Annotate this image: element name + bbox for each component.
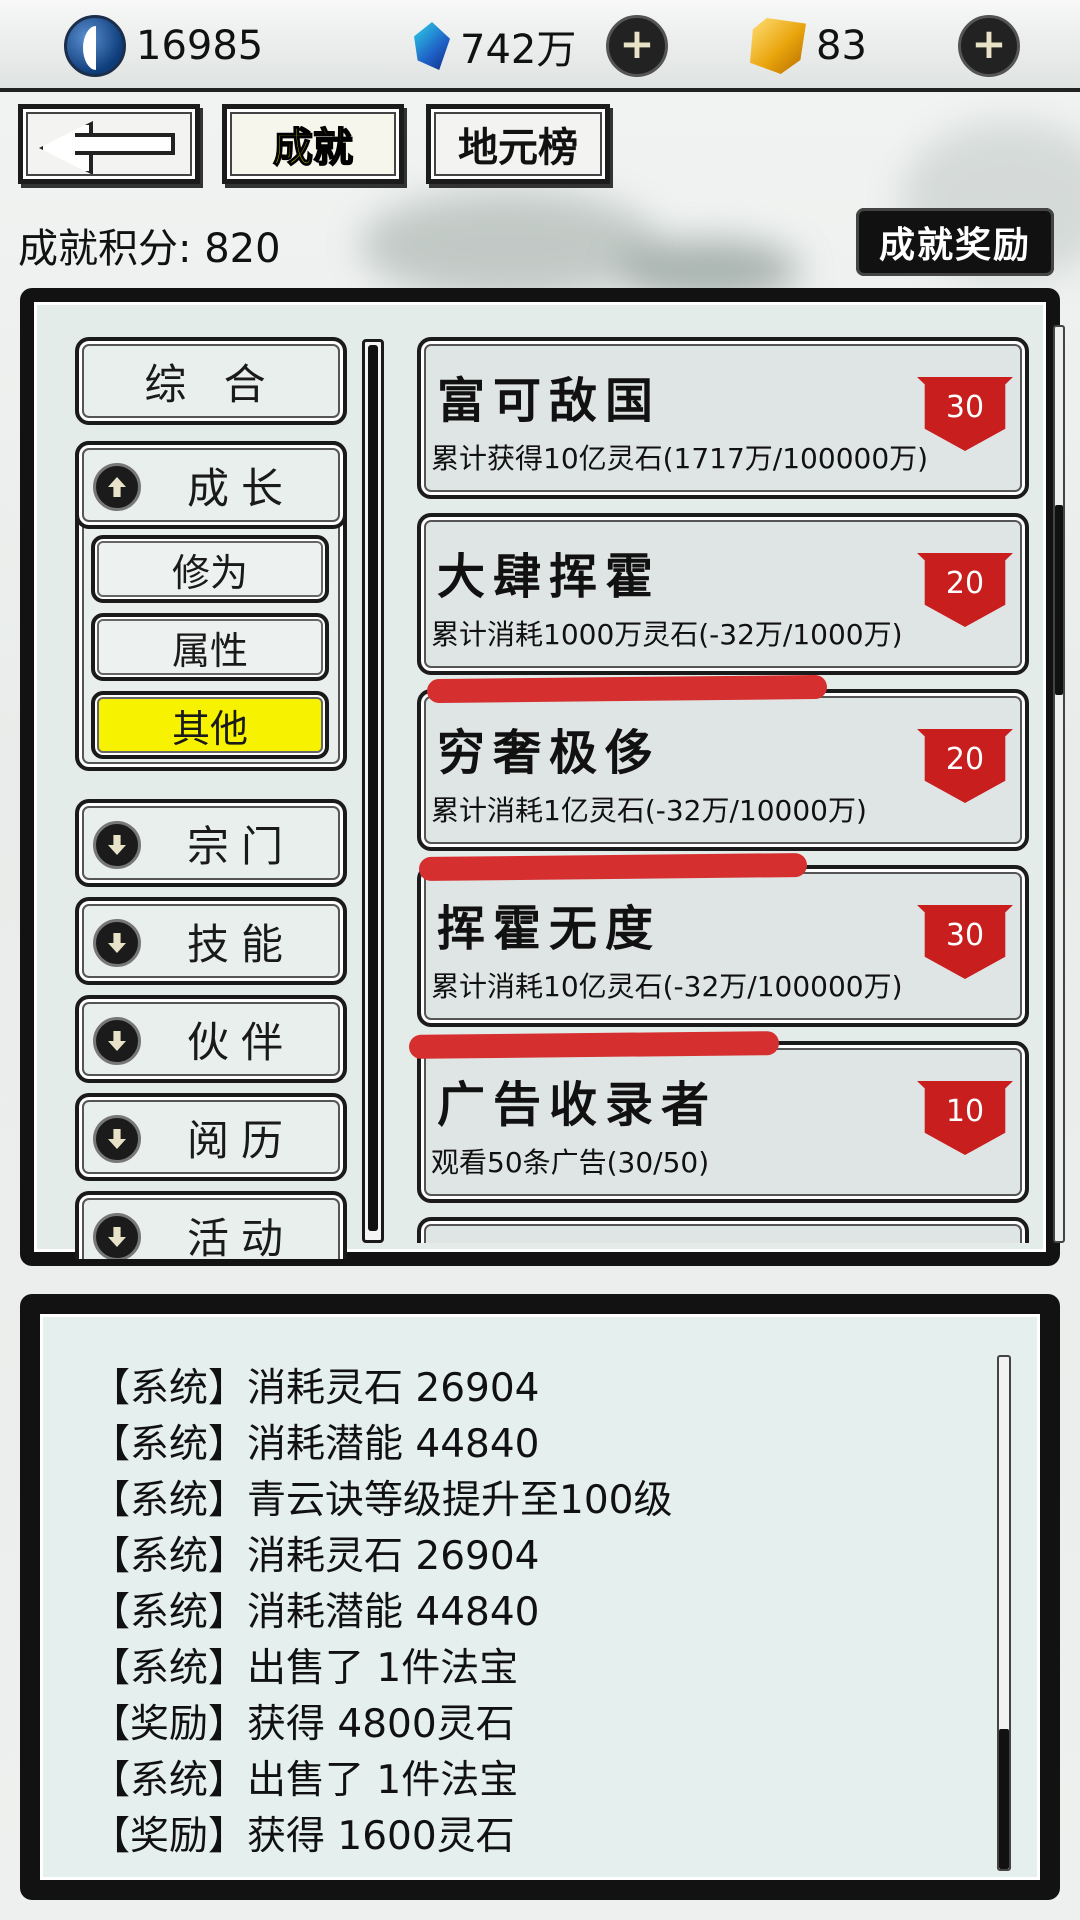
subcategory-other[interactable]: 其他 bbox=[91, 691, 329, 759]
spirit-points-resource: 16985 bbox=[64, 14, 263, 78]
achievement-scrollbar-track[interactable] bbox=[1053, 325, 1065, 1243]
plus-icon[interactable]: + bbox=[606, 15, 668, 77]
achievement-card[interactable]: 富可敌国 累计获得10亿灵石(1717万/100000万) 30 bbox=[417, 337, 1029, 499]
achievement-list: 富可敌国 累计获得10亿灵石(1717万/100000万) 30 大肆挥霍 累计… bbox=[391, 325, 1055, 1243]
crystal-icon bbox=[414, 22, 450, 70]
category-label: 综 合 bbox=[144, 359, 278, 409]
banner-icon: 30 bbox=[917, 377, 1013, 451]
achievement-title: 穷奢极侈 bbox=[437, 725, 662, 781]
achievement-description: 累计获得10亿灵石(1717万/100000万) bbox=[431, 442, 929, 475]
log-line: 【系统】消耗灵石 26904 bbox=[91, 1534, 540, 1579]
log-scrollbar-thumb[interactable] bbox=[999, 1729, 1009, 1869]
log-line: 【系统】消耗灵石 26904 bbox=[91, 1366, 540, 1411]
gem-resource: 83 bbox=[750, 14, 867, 78]
banner-icon: 20 bbox=[917, 729, 1013, 803]
red-underline-mark bbox=[408, 1031, 780, 1059]
subcategory-cultivation[interactable]: 修为 bbox=[91, 535, 329, 603]
category-sect[interactable]: 宗门 bbox=[75, 799, 347, 887]
category-label: 活动 bbox=[186, 1213, 295, 1260]
log-scrollbar[interactable] bbox=[997, 1355, 1011, 1871]
category-group-growth: 成长 修为 属性 其他 bbox=[75, 441, 347, 771]
banner-icon: 20 bbox=[917, 553, 1013, 627]
category-experience[interactable]: 阅历 bbox=[75, 1093, 347, 1181]
arrow-down-icon bbox=[93, 1115, 141, 1163]
achievement-title: 挥霍无度 bbox=[437, 901, 662, 957]
log-line: 【奖励】获得 1600灵石 bbox=[91, 1814, 515, 1859]
plus-icon[interactable]: + bbox=[958, 15, 1020, 77]
achievement-card[interactable]: 大肆挥霍 累计消耗1000万灵石(-32万/1000万) 20 bbox=[417, 513, 1029, 675]
system-log-inner: 【系统】消耗灵石 26904 【系统】消耗潜能 44840 【系统】青云诀等级提… bbox=[40, 1314, 1040, 1880]
add-gem-button[interactable]: + bbox=[958, 14, 1020, 78]
category-label: 技能 bbox=[186, 919, 295, 969]
category-skill[interactable]: 技能 bbox=[75, 897, 347, 985]
log-line: 【奖励】获得 4800灵石 bbox=[91, 1702, 515, 1747]
arrow-down-icon bbox=[93, 1017, 141, 1065]
category-list: 综 合 成长 修为 属性 其他 宗门 技能 伙伴 阅历 活动 bbox=[57, 325, 369, 1259]
category-scrollbar-thumb[interactable] bbox=[368, 345, 378, 1231]
background-mountain bbox=[360, 190, 660, 300]
arrow-up-icon bbox=[93, 463, 141, 511]
achievement-title: 广告收录者 bbox=[437, 1077, 718, 1133]
category-label: 伙伴 bbox=[186, 1017, 295, 1067]
category-label: 宗门 bbox=[186, 821, 295, 871]
tab-achievement[interactable]: 成就 bbox=[222, 104, 404, 184]
achievement-title: 大肆挥霍 bbox=[437, 549, 662, 605]
system-log-panel: 【系统】消耗灵石 26904 【系统】消耗潜能 44840 【系统】青云诀等级提… bbox=[20, 1294, 1060, 1900]
category-partner[interactable]: 伙伴 bbox=[75, 995, 347, 1083]
achievement-reward-button[interactable]: 成就奖励 bbox=[856, 208, 1054, 276]
category-label: 成长 bbox=[186, 463, 295, 513]
subcategory-attributes[interactable]: 属性 bbox=[91, 613, 329, 681]
add-crystal-button[interactable]: + bbox=[606, 14, 668, 78]
red-underline-mark bbox=[426, 674, 828, 704]
category-label: 阅历 bbox=[186, 1115, 295, 1165]
achievement-points: 20 bbox=[945, 565, 985, 601]
log-line: 【系统】消耗潜能 44840 bbox=[91, 1422, 540, 1467]
achievement-description: 累计消耗1000万灵石(-32万/1000万) bbox=[431, 618, 903, 651]
achievement-card[interactable] bbox=[417, 1217, 1029, 1243]
spirit-points-value: 16985 bbox=[136, 23, 264, 69]
red-underline-mark bbox=[418, 852, 808, 882]
log-lines: 【系统】消耗灵石 26904 【系统】消耗潜能 44840 【系统】青云诀等级提… bbox=[91, 1361, 672, 1865]
achievement-title: 富可敌国 bbox=[437, 373, 662, 429]
gem-icon bbox=[750, 18, 806, 74]
resource-bar: 16985 742万 + 83 + bbox=[0, 0, 1080, 92]
achievement-score: 成就积分: 820 bbox=[18, 226, 281, 272]
log-line: 【系统】消耗潜能 44840 bbox=[91, 1590, 540, 1635]
gem-value: 83 bbox=[816, 23, 867, 69]
achievement-scrollbar[interactable] bbox=[1053, 325, 1065, 1243]
achievement-description: 观看50条广告(30/50) bbox=[431, 1146, 710, 1179]
log-line: 【系统】出售了 1件法宝 bbox=[91, 1646, 519, 1691]
achievement-points: 30 bbox=[945, 389, 985, 425]
achievement-points: 10 bbox=[945, 1093, 985, 1129]
achievement-points: 20 bbox=[945, 741, 985, 777]
achievement-description: 累计消耗1亿灵石(-32万/10000万) bbox=[431, 794, 867, 827]
category-scrollbar[interactable] bbox=[362, 339, 384, 1243]
achievement-description: 累计消耗10亿灵石(-32万/100000万) bbox=[431, 970, 903, 1003]
banner-icon: 30 bbox=[917, 905, 1013, 979]
crystal-value: 742万 bbox=[460, 27, 577, 73]
arrow-down-icon bbox=[93, 1213, 141, 1259]
arrow-down-icon bbox=[93, 821, 141, 869]
banner-icon: 10 bbox=[917, 1081, 1013, 1155]
achievement-card[interactable]: 穷奢极侈 累计消耗1亿灵石(-32万/10000万) 20 bbox=[417, 689, 1029, 851]
log-line: 【系统】出售了 1件法宝 bbox=[91, 1758, 519, 1803]
category-growth[interactable]: 成长 bbox=[75, 441, 347, 529]
crystal-resource: 742万 bbox=[414, 14, 576, 78]
tab-ranking[interactable]: 地元榜 bbox=[426, 104, 610, 184]
arrow-down-icon bbox=[93, 919, 141, 967]
achievement-panel-inner: 综 合 成长 修为 属性 其他 宗门 技能 伙伴 阅历 活动 富可敌国 累计获得… bbox=[34, 302, 1065, 1259]
achievement-points: 30 bbox=[945, 917, 985, 953]
back-button[interactable] bbox=[18, 104, 200, 184]
log-line: 【系统】青云诀等级提升至100级 bbox=[91, 1478, 673, 1523]
achievement-card[interactable]: 广告收录者 观看50条广告(30/50) 10 bbox=[417, 1041, 1029, 1203]
achievement-card[interactable]: 挥霍无度 累计消耗10亿灵石(-32万/100000万) 30 bbox=[417, 865, 1029, 1027]
category-activity[interactable]: 活动 bbox=[75, 1191, 347, 1259]
achievement-panel: 综 合 成长 修为 属性 其他 宗门 技能 伙伴 阅历 活动 富可敌国 累计获得… bbox=[20, 288, 1065, 1266]
yinyang-icon bbox=[64, 15, 126, 77]
achievement-scrollbar-thumb[interactable] bbox=[1055, 505, 1063, 695]
category-general[interactable]: 综 合 bbox=[75, 337, 347, 425]
back-arrow-icon bbox=[39, 121, 179, 167]
